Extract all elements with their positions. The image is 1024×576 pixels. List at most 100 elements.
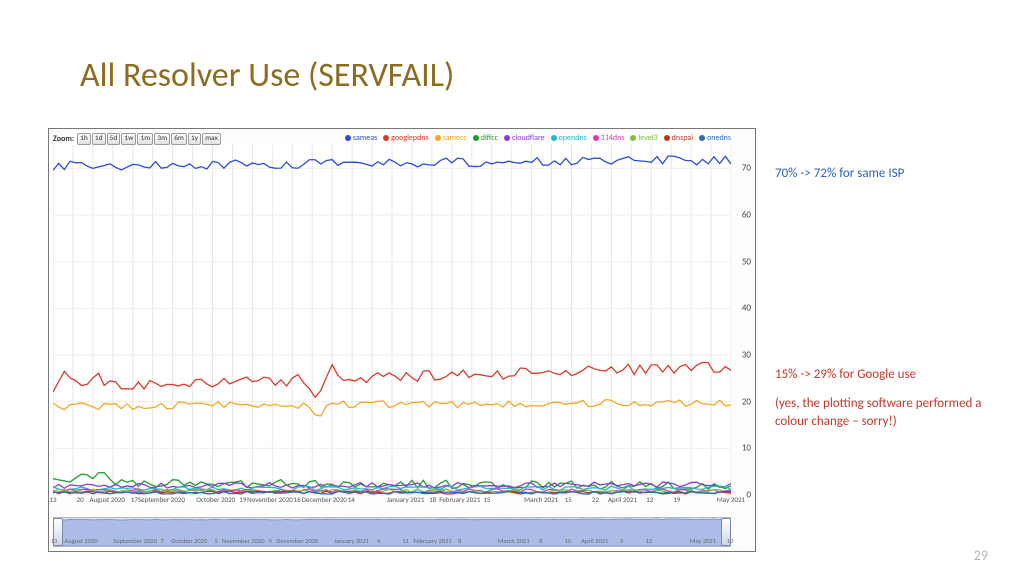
zoom-label: Zoom: (53, 134, 74, 144)
x-tick: 14 (348, 495, 355, 504)
x-tick: January 2021 (387, 495, 425, 504)
legend-item-cloudflare[interactable]: cloudflare (504, 133, 545, 143)
zoom-button-1m[interactable]: 1m (137, 133, 153, 145)
annotation-google-use: 15% -> 29% for Google use (775, 366, 1004, 384)
legend-label: diffcc (481, 133, 498, 143)
zoom-toolbar: Zoom: 1h1d5d1w1m3m6m1ymax (53, 133, 222, 145)
x-tick: March 2021 (524, 495, 558, 504)
zoom-button-max[interactable]: max (202, 133, 221, 145)
x-tick: 8 (458, 537, 461, 545)
x-tick: 22 (592, 495, 599, 504)
y-tick: 50 (742, 256, 751, 267)
annotation-same-isp: 70% -> 72% for same ISP (775, 165, 1004, 183)
range-navigator[interactable]: 13 August 2020 September 2020 7 October 2020… (53, 517, 731, 547)
legend-dot-icon (473, 135, 479, 141)
x-tick: February 2021 (413, 537, 451, 545)
y-tick: 40 (742, 303, 751, 314)
y-tick: 60 (742, 210, 751, 221)
legend-dot-icon (383, 135, 389, 141)
legend-label: samecc (443, 133, 467, 143)
legend-label: dnspai (672, 133, 693, 143)
page-title: All Resolver Use (SERVFAIL) (80, 55, 454, 96)
legend-item-onedns[interactable]: onedns (699, 133, 731, 143)
x-tick: 10 (727, 537, 734, 545)
legend-label: googlepdns (391, 133, 428, 143)
x-axis: 1320August 202017September 2020October 2… (53, 495, 731, 513)
legend-item-114dns[interactable]: 114dns (593, 133, 625, 143)
x-tick: November 2020 (222, 537, 264, 545)
x-tick: 19 (239, 495, 246, 504)
chart-svg (53, 145, 731, 495)
y-tick: 10 (742, 443, 751, 454)
x-tick: August 2020 (65, 537, 98, 545)
zoom-button-1d[interactable]: 1d (92, 133, 106, 145)
x-tick: April 2021 (581, 537, 608, 545)
x-tick: 9 (269, 537, 272, 545)
x-tick: 4 (377, 537, 380, 545)
slide-root: All Resolver Use (SERVFAIL) Zoom: 1h1d5d… (0, 0, 1024, 576)
x-tick: October 2020 (196, 495, 235, 504)
zoom-button-1h[interactable]: 1h (77, 133, 91, 145)
zoom-button-1y[interactable]: 1y (188, 133, 201, 145)
x-tick: May 2021 (717, 495, 745, 504)
x-tick: 15 (564, 537, 571, 545)
x-tick: April 2021 (608, 495, 637, 504)
x-tick: February 2021 (439, 495, 480, 504)
x-tick: March 2021 (498, 537, 530, 545)
x-tick: 12 (646, 495, 653, 504)
x-tick: December 2020 (302, 495, 347, 504)
x-tick: May 2021 (690, 537, 716, 545)
legend-dot-icon (699, 135, 705, 141)
zoom-button-5d[interactable]: 5d (107, 133, 121, 145)
legend-item-googlepdns[interactable]: googlepdns (383, 133, 428, 143)
chart-legend: sameas googlepdns samecc diffcc cloudflare op… (339, 133, 731, 143)
x-tick: January 2021 (334, 537, 369, 545)
x-tick: 5 (620, 537, 623, 545)
legend-item-sameas[interactable]: sameas (345, 133, 377, 143)
annotation-colour-note: (yes, the plotting software performed a … (775, 395, 1004, 430)
legend-item-diffcc[interactable]: diffcc (473, 133, 498, 143)
x-tick: 5 (215, 537, 218, 545)
legend-item-samecc[interactable]: samecc (435, 133, 467, 143)
y-tick: 0 (746, 490, 751, 501)
y-tick: 20 (742, 396, 751, 407)
legend-dot-icon (664, 135, 670, 141)
legend-dot-icon (435, 135, 441, 141)
x-tick: September 2020 (113, 537, 157, 545)
x-tick: 13 (51, 537, 58, 545)
legend-item-opendns[interactable]: opendns (551, 133, 587, 143)
legend-dot-icon (345, 135, 351, 141)
x-tick: August 2020 (89, 495, 124, 504)
x-tick: 20 (77, 495, 84, 504)
legend-item-level3[interactable]: level3 (630, 133, 657, 143)
x-tick: 18 (429, 495, 436, 504)
legend-dot-icon (593, 135, 599, 141)
x-tick: October 2020 (171, 537, 207, 545)
x-tick: November 2020 (247, 495, 293, 504)
chart-container: Zoom: 1h1d5d1w1m3m6m1ymax sameas googlepd… (48, 128, 756, 552)
x-tick: 12 (646, 537, 653, 545)
x-tick: 15 (483, 495, 490, 504)
legend-label: sameas (353, 133, 377, 143)
legend-label: opendns (559, 133, 587, 143)
legend-dot-icon (504, 135, 510, 141)
legend-dot-icon (551, 135, 557, 141)
y-tick: 70 (742, 163, 751, 174)
x-tick: December 2020 (276, 537, 318, 545)
y-axis: 010203040506070 (733, 145, 753, 495)
legend-label: onedns (707, 133, 731, 143)
x-tick: 15 (565, 495, 572, 504)
legend-dot-icon (630, 135, 636, 141)
legend-label: cloudflare (512, 133, 545, 143)
x-tick: 19 (673, 495, 680, 504)
x-tick: 7 (161, 537, 164, 545)
page-number: 29 (974, 547, 988, 564)
legend-item-dnspai[interactable]: dnspai (664, 133, 693, 143)
x-tick: 8 (539, 537, 542, 545)
x-tick: September 2020 (138, 495, 185, 504)
zoom-button-6m[interactable]: 6m (171, 133, 187, 145)
zoom-button-3m[interactable]: 3m (154, 133, 170, 145)
zoom-button-1w[interactable]: 1w (121, 133, 136, 145)
x-tick: 17 (131, 495, 138, 504)
legend-label: level3 (638, 133, 657, 143)
